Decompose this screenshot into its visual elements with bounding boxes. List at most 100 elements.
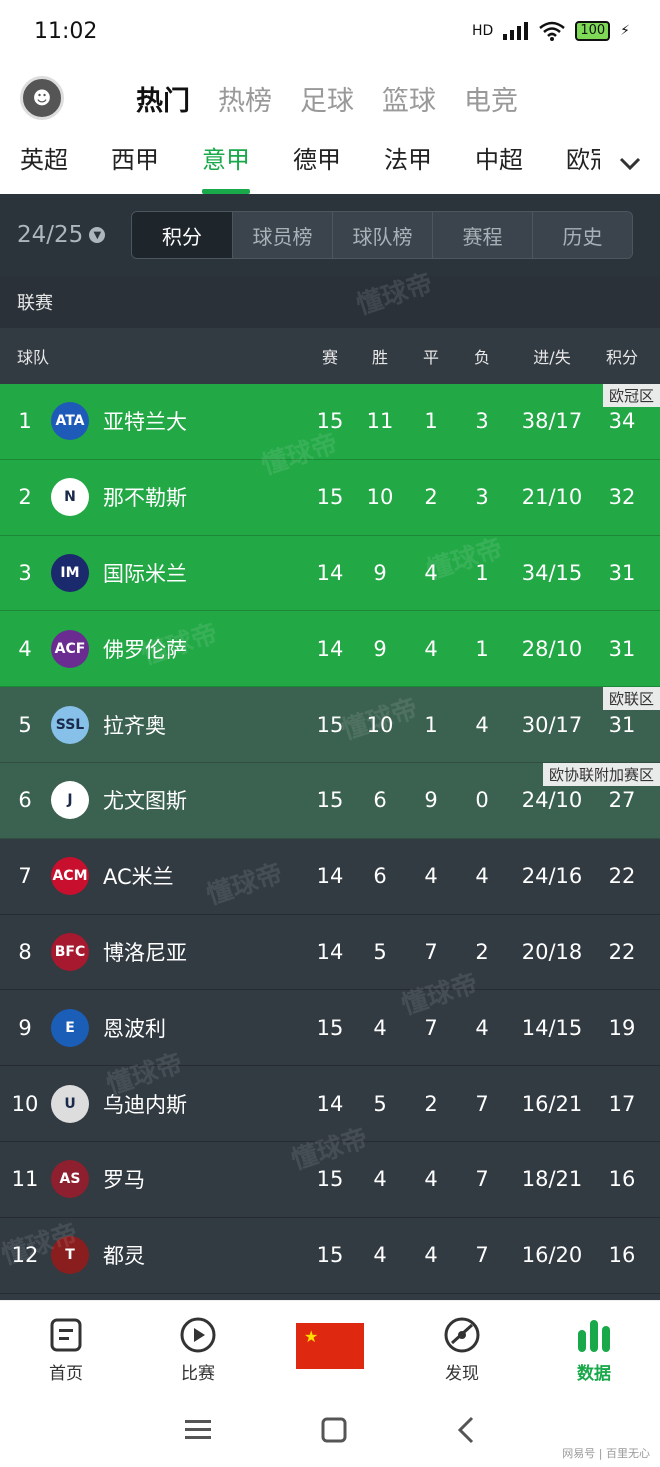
- rank-cell: 10: [11, 1091, 39, 1116]
- lost-cell: 3: [475, 485, 489, 510]
- network-type: HD: [472, 23, 494, 39]
- table-row[interactable]: 8 博洛尼亚 14 5 7 2 20/18 22 BFC: [0, 914, 660, 991]
- team-logo-icon: J: [51, 781, 89, 820]
- star-icon: ★: [304, 1327, 319, 1346]
- table-row[interactable]: 9 恩波利 15 4 7 4 14/15 19 E: [0, 990, 660, 1067]
- drawn-cell: 7: [424, 939, 438, 964]
- bottom-nav-item-0[interactable]: 首页: [0, 1301, 132, 1392]
- drawn-cell: 2: [424, 485, 438, 510]
- table-row[interactable]: 4 佛罗伦萨 14 9 4 1 28/10 31 ACF: [0, 611, 660, 688]
- bottom-nav-item-1[interactable]: 比赛: [132, 1301, 264, 1392]
- played-cell: 15: [316, 1167, 344, 1192]
- tab-2[interactable]: 足球: [300, 79, 354, 118]
- table-header: 球队 赛 胜 平 负 进/失 积分: [0, 328, 660, 384]
- back-icon[interactable]: [457, 1416, 475, 1444]
- home-square-icon[interactable]: [321, 1417, 347, 1443]
- segment-0[interactable]: 积分: [132, 212, 232, 258]
- zone-label: 欧协联附加赛区: [542, 762, 660, 786]
- goals-cell: 38/17: [521, 409, 583, 434]
- team-logo-icon: SSL: [51, 705, 89, 744]
- league-tabs: 英超 西甲 意甲 德甲 法甲 中超 欧冠: [0, 134, 660, 194]
- menu-icon[interactable]: [185, 1419, 211, 1441]
- bottom-nav-label: 首页: [49, 1364, 83, 1384]
- col-team: 球队: [17, 348, 50, 367]
- tab-0[interactable]: 热门: [136, 79, 190, 118]
- played-cell: 15: [316, 1243, 344, 1268]
- table-row[interactable]: 2 那不勒斯 15 10 2 3 21/10 32 N: [0, 459, 660, 536]
- standings-panel: 24/25 ▼ 积分 球员榜 球队榜 赛程 历史 联赛 球队 赛 胜 平 负 进/失 积…: [0, 194, 660, 1300]
- rank-cell: 5: [18, 712, 32, 737]
- table-row[interactable]: 11 罗马 15 4 4 7 18/21 16 AS: [0, 1141, 660, 1218]
- segment-2[interactable]: 球队榜: [332, 212, 432, 258]
- system-nav-bar: 网易号 | 百里无心: [0, 1392, 660, 1467]
- played-cell: 14: [316, 636, 344, 661]
- table-row[interactable]: 5 拉齐奥 15 10 1 4 30/17 31 SSL 欧联区: [0, 687, 660, 763]
- league-tab-2[interactable]: 意甲: [202, 134, 250, 194]
- table-row[interactable]: 7 AC米兰 14 6 4 4 24/16 22 ACM: [0, 838, 660, 915]
- credit-text: 网易号 | 百里无心: [562, 1447, 650, 1460]
- bottom-nav-item-2[interactable]: ★: [264, 1301, 396, 1392]
- goals-cell: 16/20: [521, 1243, 583, 1268]
- team-logo-icon: U: [51, 1084, 89, 1123]
- league-tab-5[interactable]: 中超: [475, 134, 523, 194]
- league-tab-4[interactable]: 法甲: [384, 134, 432, 194]
- league-tab-1[interactable]: 西甲: [111, 134, 159, 194]
- bottom-nav: 首页 比赛 ★ 发现 数据: [0, 1300, 660, 1392]
- season-row: 24/25 ▼ 积分 球员榜 球队榜 赛程 历史: [0, 194, 660, 276]
- home-icon: [50, 1313, 82, 1357]
- drawn-cell: 4: [424, 560, 438, 585]
- drawn-cell: 2: [424, 1091, 438, 1116]
- bottom-nav-item-3[interactable]: 发现: [396, 1301, 528, 1392]
- team-name: 拉齐奥: [103, 713, 166, 738]
- rank-cell: 4: [18, 636, 32, 661]
- rank-cell: 2: [18, 485, 32, 510]
- drawn-cell: 4: [424, 1167, 438, 1192]
- segment-3[interactable]: 赛程: [432, 212, 532, 258]
- played-cell: 15: [316, 788, 344, 813]
- tab-4[interactable]: 电竞: [464, 79, 518, 118]
- lost-cell: 7: [475, 1091, 489, 1116]
- rank-cell: 7: [18, 864, 32, 889]
- won-cell: 5: [373, 939, 387, 964]
- avatar[interactable]: ☻: [20, 76, 64, 120]
- chevron-down-icon[interactable]: [600, 134, 660, 194]
- team-logo-icon: N: [51, 478, 89, 517]
- goals-cell: 24/16: [521, 864, 583, 889]
- tab-3[interactable]: 篮球: [382, 79, 436, 118]
- league-tab-3[interactable]: 德甲: [293, 134, 341, 194]
- segment-4[interactable]: 历史: [532, 212, 632, 258]
- played-cell: 15: [316, 712, 344, 737]
- table-row[interactable]: 12 都灵 15 4 4 7 16/20 16 T: [0, 1217, 660, 1294]
- points-cell: 19: [608, 1015, 636, 1040]
- points-cell: 22: [608, 939, 636, 964]
- team-name: 佛罗伦萨: [103, 637, 187, 662]
- rank-cell: 1: [18, 409, 32, 434]
- drawn-cell: 1: [424, 712, 438, 737]
- top-tabs: 热门 热榜 足球 篮球 电竞: [136, 79, 518, 118]
- won-cell: 10: [366, 485, 394, 510]
- table-row[interactable]: 3 国际米兰 14 9 4 1 34/15 31 IM: [0, 535, 660, 612]
- points-cell: 34: [608, 409, 636, 434]
- team-logo-icon: E: [51, 1008, 89, 1047]
- team-name: 都灵: [103, 1244, 145, 1269]
- points-cell: 17: [608, 1091, 636, 1116]
- season-selector[interactable]: 24/25 ▼: [17, 222, 106, 248]
- points-cell: 31: [608, 560, 636, 585]
- china-flag-icon[interactable]: ★: [296, 1323, 364, 1369]
- signal-icon: [503, 22, 529, 40]
- goals-cell: 24/10: [521, 788, 583, 813]
- team-logo-icon: ACF: [51, 629, 89, 668]
- team-logo-icon: AS: [51, 1160, 89, 1199]
- played-cell: 14: [316, 864, 344, 889]
- table-row[interactable]: 1 亚特兰大 15 11 1 3 38/17 34 ATA 欧冠区: [0, 384, 660, 460]
- won-cell: 9: [373, 636, 387, 661]
- segment-1[interactable]: 球员榜: [232, 212, 332, 258]
- tab-1[interactable]: 热榜: [218, 79, 272, 118]
- lost-cell: 4: [475, 712, 489, 737]
- table-row[interactable]: 6 尤文图斯 15 6 9 0 24/10 27 J 欧协联附加赛区: [0, 762, 660, 839]
- col-goals: 进/失: [533, 348, 571, 367]
- table-row[interactable]: 10 乌迪内斯 14 5 2 7 16/21 17 U: [0, 1066, 660, 1142]
- league-tab-0[interactable]: 英超: [20, 134, 68, 194]
- bottom-nav-item-4[interactable]: 数据: [528, 1301, 660, 1392]
- played-cell: 14: [316, 939, 344, 964]
